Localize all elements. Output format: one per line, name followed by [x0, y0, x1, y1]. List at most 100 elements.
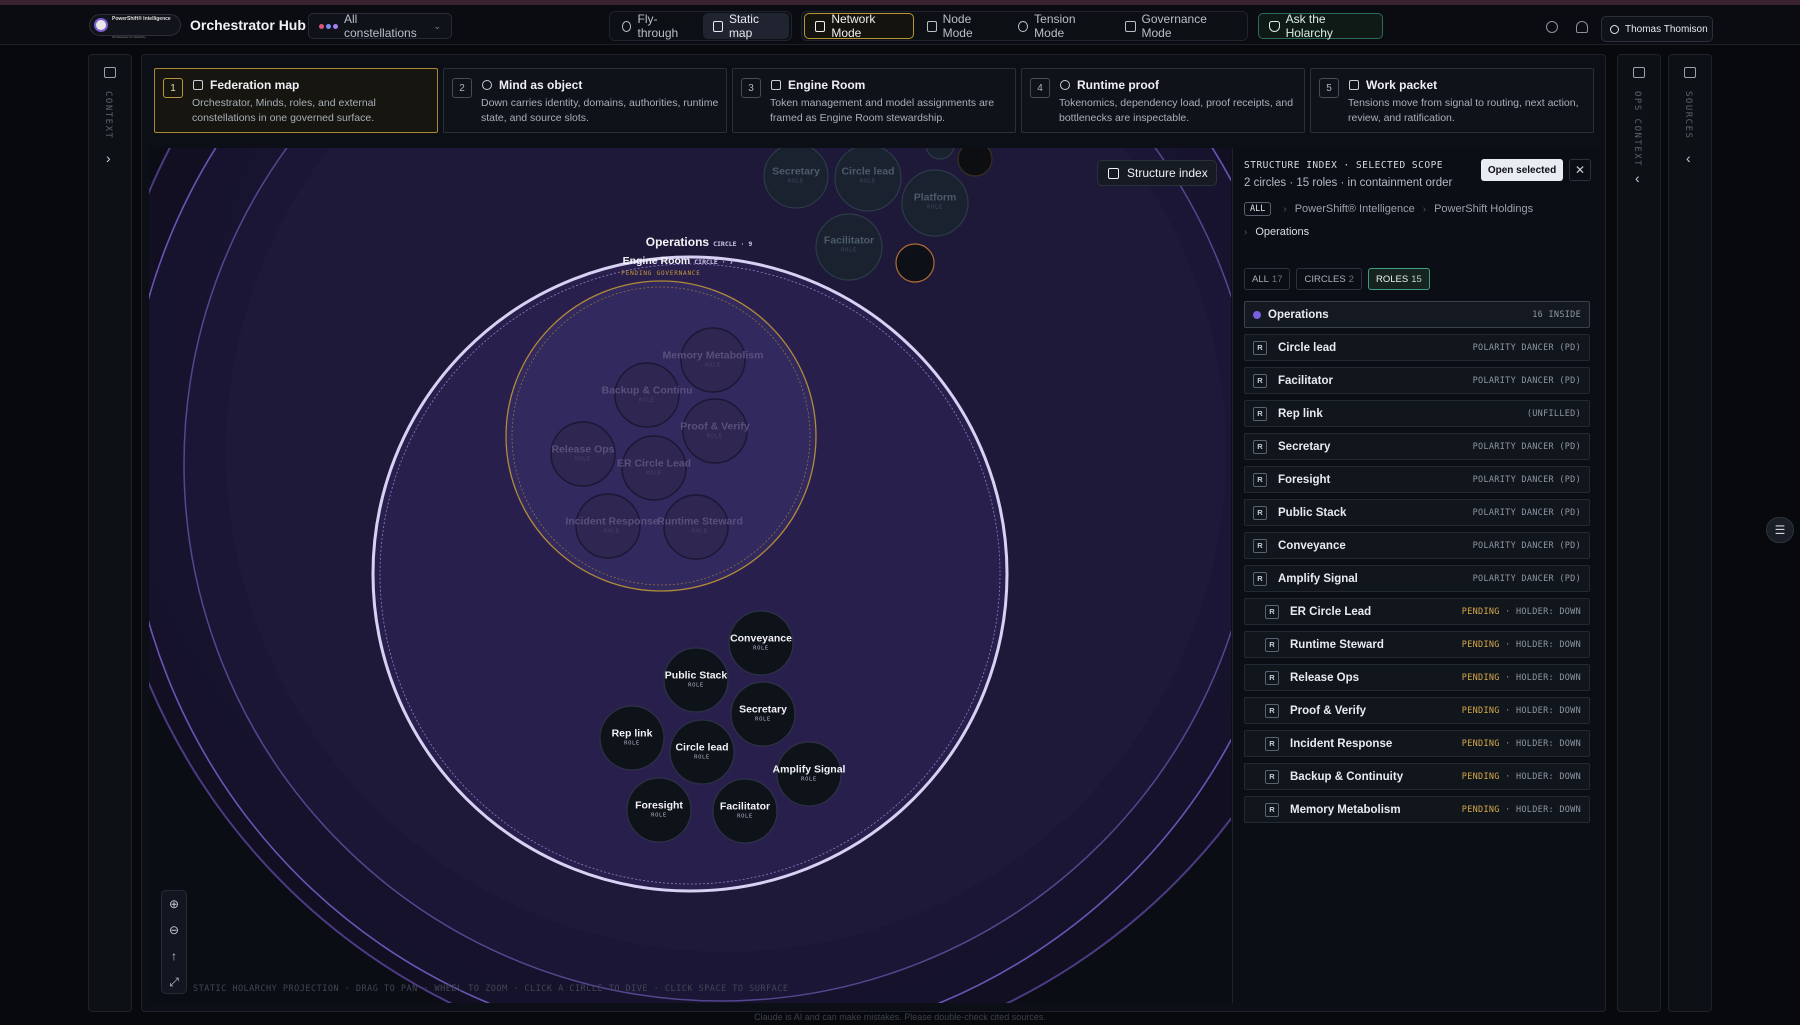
- layers-icon: [771, 80, 781, 90]
- holarchy-canvas[interactable]: Secretary ROLE Circle lead ROLE Platform RO…: [149, 148, 1231, 1003]
- brand-logo[interactable]: PowerShift® Intelligence Orchestrator fo…: [89, 14, 181, 39]
- ask-holarchy-button[interactable]: Ask the Holarchy: [1258, 12, 1383, 40]
- network-icon: [815, 20, 826, 32]
- role-circle-er-circle-lead[interactable]: [621, 435, 687, 501]
- role-badge-icon: R: [1253, 406, 1267, 421]
- brand-mark-icon: [94, 18, 108, 32]
- sidebar-panel-icon[interactable]: [1633, 67, 1645, 78]
- list-item-name: Secretary: [1278, 440, 1331, 453]
- inbox-icon[interactable]: [104, 67, 116, 78]
- mode-tension[interactable]: Tension Mode: [1008, 12, 1112, 40]
- list-item-role[interactable]: R Facilitator POLARITY DANCER (PD): [1244, 367, 1590, 394]
- role-circle-public-stack[interactable]: [663, 647, 729, 713]
- list-item-pending-role[interactable]: R Runtime Steward PENDING · HOLDER: DOWN: [1244, 631, 1590, 658]
- collapse-chevron-icon[interactable]: ‹: [1686, 150, 1691, 166]
- step-card-5[interactable]: 5 Work packet Tensions move from signal …: [1310, 68, 1594, 133]
- dark-node[interactable]: [957, 148, 993, 177]
- search-icon[interactable]: [1546, 21, 1558, 33]
- list-item-name: Operations: [1268, 308, 1329, 321]
- role-circle-secretary-top[interactable]: [763, 148, 829, 209]
- user-menu[interactable]: Thomas Thomison: [1601, 16, 1713, 42]
- role-circle-conveyance[interactable]: [728, 610, 794, 676]
- view-static-map[interactable]: Static map: [703, 12, 789, 40]
- holder-text: · HOLDER: DOWN: [1505, 804, 1581, 815]
- role-circle-incident-response[interactable]: [575, 493, 641, 559]
- breadcrumb-item[interactable]: PowerShift Holdings: [1434, 203, 1533, 215]
- list-item-name: Amplify Signal: [1278, 572, 1358, 585]
- list-item-role[interactable]: R Rep link (UNFILLED): [1244, 400, 1590, 427]
- step-card-4[interactable]: 4 Runtime proof Tokenomics, dependency l…: [1021, 68, 1305, 133]
- open-selected-button[interactable]: Open selected: [1481, 159, 1563, 181]
- zoom-out-icon[interactable]: ⊖: [162, 917, 186, 943]
- mode-network[interactable]: Network Mode: [804, 12, 914, 40]
- step-card-2[interactable]: 2 Mind as object Down carries identity, …: [443, 68, 727, 133]
- panel-subheading: 2 circles · 15 roles · in containment or…: [1244, 177, 1453, 189]
- role-circle-facilitator[interactable]: [712, 778, 778, 844]
- step-card-1[interactable]: 1 Federation map Orchestrator, Minds, ro…: [154, 68, 438, 133]
- role-circle-facilitator-top[interactable]: [815, 213, 883, 281]
- role-circle-memory-metabolism[interactable]: [680, 327, 746, 393]
- breadcrumb-current[interactable]: Operations: [1255, 226, 1309, 238]
- role-circle-rep-link[interactable]: [599, 705, 665, 771]
- filter-list-icon[interactable]: ☰: [1766, 517, 1794, 543]
- role-circle-circle-lead[interactable]: [669, 719, 735, 785]
- list-item-pending-role[interactable]: R Incident Response PENDING · HOLDER: DOWN: [1244, 730, 1590, 757]
- list-item-pending-role[interactable]: R ER Circle Lead PENDING · HOLDER: DOWN: [1244, 598, 1590, 625]
- bell-icon[interactable]: [1576, 21, 1588, 33]
- pending-status: PENDING: [1461, 639, 1500, 650]
- list-item-role[interactable]: R Amplify Signal POLARITY DANCER (PD): [1244, 565, 1590, 592]
- role-circle-secretary[interactable]: [730, 681, 796, 747]
- list-item-pending-role[interactable]: R Memory Metabolism PENDING · HOLDER: DOWN: [1244, 796, 1590, 823]
- list-item-meta: 16 INSIDE: [1532, 309, 1581, 320]
- collapse-chevron-icon[interactable]: ‹: [1635, 170, 1640, 186]
- list-item-circle[interactable]: Operations 16 INSIDE: [1244, 301, 1590, 328]
- list-item-name: Backup & Continuity: [1290, 770, 1404, 783]
- operations-tag: CIRCLE · 9: [713, 240, 753, 248]
- view-fly-through-label: Fly-through: [637, 12, 679, 40]
- constellation-select[interactable]: All constellations ⌄: [308, 12, 452, 40]
- close-icon[interactable]: ✕: [1569, 159, 1591, 181]
- filter-roles[interactable]: ROLES 15: [1367, 268, 1430, 290]
- fit-screen-icon[interactable]: ⤢: [162, 969, 186, 995]
- engine-room-status: PENDING GOVERNANCE: [621, 270, 701, 277]
- list-item-role[interactable]: R Circle lead POLARITY DANCER (PD): [1244, 334, 1590, 361]
- list-item-role[interactable]: R Foresight POLARITY DANCER (PD): [1244, 466, 1590, 493]
- expand-chevron-icon[interactable]: ›: [106, 150, 111, 166]
- role-circle-proof-verify[interactable]: [682, 398, 748, 464]
- breadcrumb-all[interactable]: ALL: [1244, 202, 1272, 216]
- mode-governance[interactable]: Governance Mode: [1115, 12, 1245, 40]
- role-circle-amplify-signal[interactable]: [776, 741, 842, 807]
- list-item-pending-role[interactable]: R Proof & Verify PENDING · HOLDER: DOWN: [1244, 697, 1590, 724]
- zoom-in-icon[interactable]: ⊕: [162, 891, 186, 917]
- list-item-pending-role[interactable]: R Release Ops PENDING · HOLDER: DOWN: [1244, 664, 1590, 691]
- arrow-up-icon[interactable]: ↑: [162, 943, 186, 969]
- breadcrumb-item[interactable]: PowerShift® Intelligence: [1295, 203, 1415, 215]
- breadcrumb: ALL › PowerShift® Intelligence › PowerSh…: [1244, 200, 1590, 241]
- list-item-pending-role[interactable]: R Backup & Continuity PENDING · HOLDER: DO…: [1244, 763, 1590, 790]
- step-card-3[interactable]: 3 Engine Room Token management and model…: [732, 68, 1016, 133]
- role-circle-release-ops[interactable]: [550, 421, 616, 487]
- mode-node[interactable]: Node Mode: [917, 12, 1005, 40]
- view-fly-through[interactable]: Fly-through: [612, 12, 698, 40]
- sources-label: SOURCES: [1683, 91, 1693, 140]
- role-circle-platform[interactable]: [901, 169, 969, 237]
- archive-box-icon[interactable]: [1684, 67, 1696, 78]
- filter-all[interactable]: ALL 17: [1244, 268, 1291, 290]
- list-item-role[interactable]: R Conveyance POLARITY DANCER (PD): [1244, 532, 1590, 559]
- structure-index-button[interactable]: Structure index: [1097, 160, 1217, 186]
- list-item-role[interactable]: R Public Stack POLARITY DANCER (PD): [1244, 499, 1590, 526]
- role-circle-backup-continuity[interactable]: [614, 362, 680, 428]
- operations-title: Operations CIRCLE · 9: [646, 235, 753, 249]
- list-item-meta: PENDING · HOLDER: DOWN: [1462, 607, 1581, 617]
- filter-circles[interactable]: CIRCLES 2: [1296, 268, 1362, 290]
- engine-room-circle[interactable]: [505, 280, 817, 592]
- role-badge-icon: R: [1265, 670, 1279, 685]
- list-item-role[interactable]: R Secretary POLARITY DANCER (PD): [1244, 433, 1590, 460]
- role-circle-circle-lead-top[interactable]: [834, 148, 902, 212]
- broadcast-icon: [1060, 80, 1070, 90]
- role-circle-foresight[interactable]: [626, 777, 692, 843]
- role-circle-runtime-steward[interactable]: [663, 494, 729, 560]
- step-number: 3: [741, 78, 761, 98]
- pending-node[interactable]: [895, 243, 935, 283]
- user-name: Thomas Thomison: [1625, 23, 1708, 35]
